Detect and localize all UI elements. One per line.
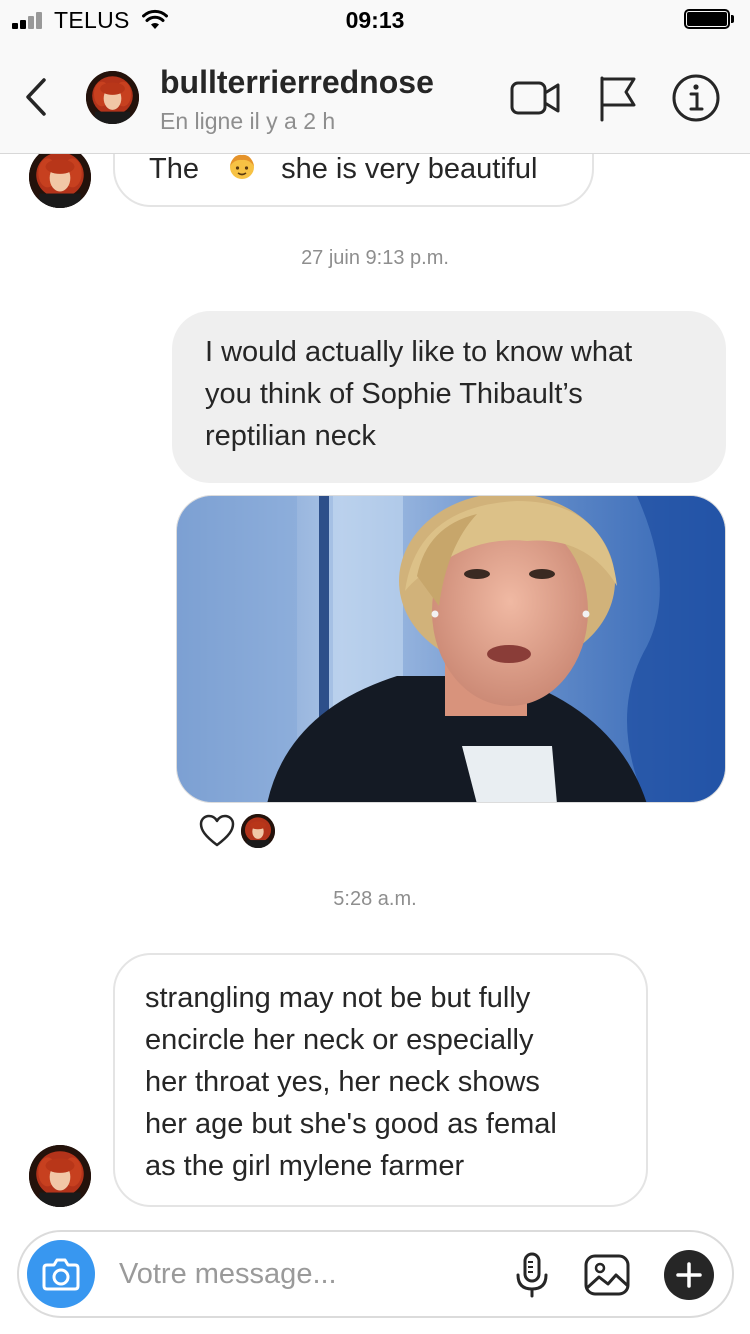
chat-username[interactable]: bullterrierrednose bbox=[160, 64, 434, 101]
message-input[interactable] bbox=[119, 1248, 479, 1300]
message-composer bbox=[17, 1230, 734, 1318]
incoming-message[interactable]: strangling may not be but fully encircle… bbox=[113, 953, 648, 1207]
shared-photo[interactable] bbox=[176, 495, 726, 803]
status-time: 09:13 bbox=[345, 7, 405, 33]
chevron-left-icon[interactable] bbox=[18, 74, 54, 120]
message-text: The bbox=[149, 154, 199, 185]
microphone-icon[interactable] bbox=[507, 1250, 557, 1300]
message-timestamp: 27 juin 9:13 p.m. bbox=[301, 247, 449, 269]
camera-button[interactable] bbox=[27, 1240, 95, 1308]
girl-emoji-icon bbox=[225, 154, 259, 182]
chat-header: bullterrierrednose En ligne il y a 2 h bbox=[0, 40, 750, 154]
message-timestamp: 5:28 a.m. bbox=[333, 888, 417, 910]
avatar[interactable] bbox=[29, 154, 91, 208]
video-camera-icon[interactable] bbox=[509, 72, 561, 124]
message-line: her age but she's good as femal bbox=[145, 1108, 557, 1140]
add-button[interactable] bbox=[664, 1250, 714, 1300]
battery-icon bbox=[684, 9, 736, 31]
info-icon[interactable] bbox=[670, 72, 722, 124]
message-text: she is very beautiful bbox=[281, 154, 538, 185]
outgoing-message[interactable]: I would actually like to know what you t… bbox=[172, 311, 726, 483]
message-line: strangling may not be but fully bbox=[145, 982, 531, 1014]
presence-status: En ligne il y a 2 h bbox=[160, 108, 336, 134]
message-line: her throat yes, her neck shows bbox=[145, 1066, 540, 1098]
message-line: reptilian neck bbox=[205, 420, 376, 452]
plus-icon bbox=[676, 1262, 702, 1288]
message-line: I would actually like to know what bbox=[205, 336, 633, 368]
avatar[interactable] bbox=[29, 1145, 91, 1207]
heart-icon[interactable] bbox=[199, 814, 235, 848]
message-line: as the girl mylene farmer bbox=[145, 1150, 465, 1182]
status-bar: TELUS 09:13 bbox=[0, 0, 750, 40]
avatar[interactable] bbox=[86, 71, 139, 124]
flag-icon[interactable] bbox=[592, 72, 644, 124]
incoming-message[interactable]: The she is very beautiful bbox=[113, 154, 594, 207]
gallery-icon[interactable] bbox=[582, 1250, 632, 1300]
reaction-avatar bbox=[241, 814, 275, 848]
message-line: encircle her neck or especially bbox=[145, 1024, 534, 1056]
camera-icon bbox=[42, 1258, 80, 1291]
message-line: you think of Sophie Thibault’s bbox=[205, 378, 583, 410]
